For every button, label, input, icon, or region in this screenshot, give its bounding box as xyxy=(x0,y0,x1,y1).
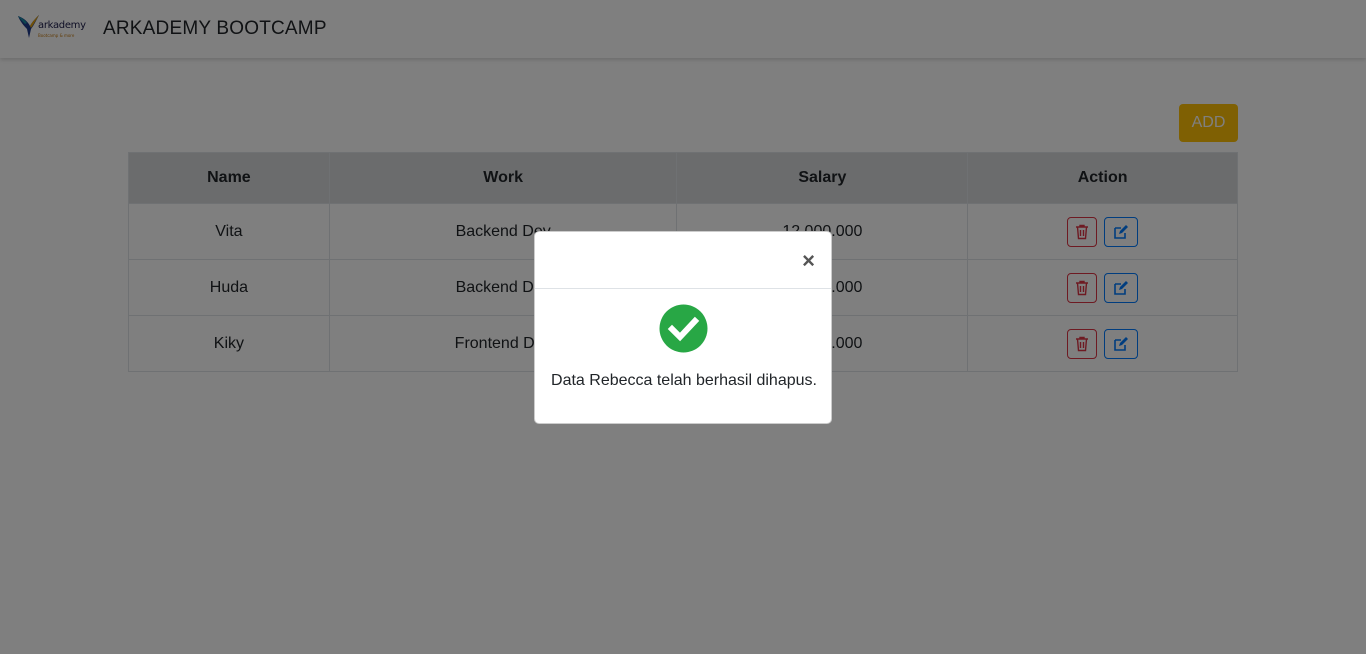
close-icon[interactable]: × xyxy=(802,250,815,272)
modal-message: Data Rebecca telah berhasil dihapus. xyxy=(551,372,817,389)
modal-header: × xyxy=(535,232,831,289)
success-modal: × Data Rebecca telah berhasil dihapus. xyxy=(534,231,832,424)
check-circle-icon xyxy=(659,304,708,353)
